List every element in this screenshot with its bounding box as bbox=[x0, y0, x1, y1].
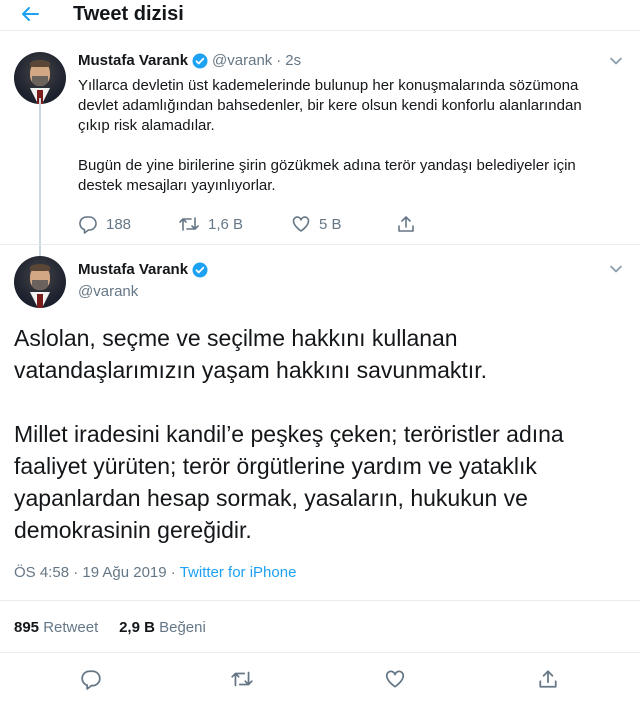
like-label: Beğeni bbox=[159, 619, 206, 636]
tweet-body: Aslolan, seçme ve seçilme hakkını kullan… bbox=[14, 322, 624, 578]
page-title: Tweet dizisi bbox=[73, 3, 184, 25]
retweet-button[interactable]: 1,6 B bbox=[178, 214, 243, 234]
tweet-paragraph: Aslolan, seçme ve seçilme hakkını kullan… bbox=[14, 325, 487, 383]
author-name[interactable]: Mustafa Varank bbox=[78, 261, 188, 278]
retweets-stat[interactable]: 895 Retweet bbox=[14, 619, 98, 636]
tweet-actions: 188 1,6 B 5 B bbox=[78, 214, 618, 234]
reply-icon[interactable] bbox=[80, 668, 102, 690]
thread-connector bbox=[39, 98, 41, 258]
share-button[interactable] bbox=[396, 214, 416, 234]
author-handle[interactable]: @varank bbox=[212, 52, 272, 69]
retweet-total: 895 bbox=[14, 619, 40, 636]
like-icon bbox=[292, 216, 310, 232]
divider bbox=[0, 652, 640, 653]
tweet-text: Yıllarca devletin üst kademelerinde bulu… bbox=[78, 76, 582, 196]
likes-stat[interactable]: 2,9 B Beğeni bbox=[119, 619, 206, 636]
retweet-icon bbox=[179, 217, 199, 231]
verified-badge-icon bbox=[192, 53, 208, 68]
like-button[interactable]: 5 B bbox=[291, 214, 342, 234]
tweet-stats: 895 Retweet 2,9 B Beğeni bbox=[14, 619, 206, 636]
reply-count: 188 bbox=[106, 215, 132, 233]
tweet-paragraph: Millet iradesini kandil’e peşkeş çeken; … bbox=[14, 421, 564, 543]
divider bbox=[0, 600, 640, 601]
tweet-source-link[interactable]: Twitter for iPhone bbox=[180, 564, 297, 581]
share-icon bbox=[398, 216, 414, 232]
reply-button[interactable]: 188 bbox=[78, 214, 131, 234]
share-icon[interactable] bbox=[537, 668, 559, 690]
retweet-icon[interactable] bbox=[230, 668, 254, 690]
author-name-row: Mustafa Varank @varank · 2s bbox=[78, 52, 301, 69]
like-icon[interactable] bbox=[384, 668, 406, 690]
tweet-text-line: devlet adamlığından bahsedenler, bir ker… bbox=[78, 97, 582, 114]
meta-separator: · bbox=[276, 52, 282, 69]
back-arrow-icon bbox=[22, 7, 39, 21]
tweet-text-line: Yıllarca devletin üst kademelerinde bulu… bbox=[78, 77, 579, 94]
verified-badge-icon bbox=[192, 262, 208, 277]
header-bar: Tweet dizisi bbox=[0, 0, 640, 31]
chevron-down-icon[interactable] bbox=[607, 52, 625, 70]
divider bbox=[0, 244, 640, 245]
main-tweet-actions bbox=[0, 668, 640, 694]
tweet-text-line: Bugün de yine birilerine şirin gözükmek … bbox=[78, 157, 576, 174]
chevron-down-icon[interactable] bbox=[607, 260, 625, 278]
author-name[interactable]: Mustafa Varank bbox=[78, 52, 188, 69]
author-name-row: Mustafa Varank bbox=[78, 261, 208, 278]
like-count: 5 B bbox=[319, 215, 342, 233]
tweet-meta: ÖS 4:58 · 19 Ağu 2019 · Twitter for iPho… bbox=[14, 564, 296, 581]
tweet-timestamp[interactable]: ÖS 4:58 · 19 Ağu 2019 · bbox=[14, 564, 180, 581]
tweet-text-line: çıkıp risk alamadılar. bbox=[78, 117, 215, 134]
retweet-count: 1,6 B bbox=[208, 215, 244, 233]
reply-icon bbox=[79, 216, 97, 234]
avatar[interactable] bbox=[14, 256, 66, 308]
author-handle[interactable]: @varank bbox=[78, 283, 138, 300]
tweet-time[interactable]: 2s bbox=[285, 52, 301, 69]
retweet-label: Retweet bbox=[43, 619, 99, 636]
avatar[interactable] bbox=[14, 52, 66, 104]
like-total: 2,9 B bbox=[119, 619, 155, 636]
back-button[interactable] bbox=[14, 0, 46, 28]
tweet-text-line: destek mesajları yayınlıyorlar. bbox=[78, 177, 276, 194]
